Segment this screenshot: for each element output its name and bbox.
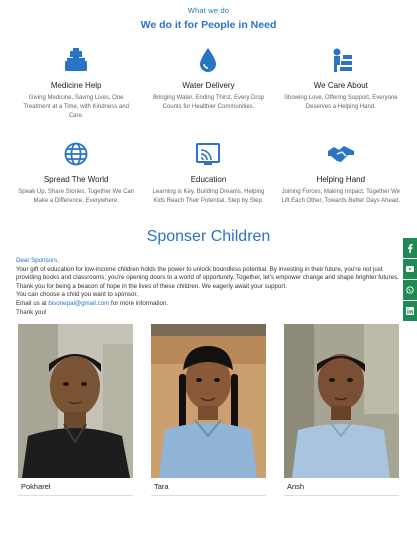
service-desc: Learning is Key, Building Dreams, Helpin… <box>152 189 265 204</box>
child-photo[interactable] <box>284 324 399 479</box>
service-we-care-about: We Care About Showing Love, Offering Sup… <box>275 45 407 121</box>
child-photo[interactable] <box>151 324 266 479</box>
service-desc: Joining Forces, Making Impact, Together … <box>281 189 401 204</box>
sponsor-letter: Dear Sponsors, Your gift of education fo… <box>0 257 417 317</box>
service-water-delivery: Water Delivery Bringing Water, Ending Th… <box>142 45 274 121</box>
child-name: Pokharel <box>18 478 133 497</box>
email-link[interactable]: bisonepal@gmail.com <box>48 300 109 307</box>
care-hands-icon <box>281 45 401 75</box>
sponsor-title: Sponser Children <box>146 228 271 245</box>
social-sidebar <box>403 238 417 322</box>
child-card[interactable]: Pokharel <box>18 324 133 497</box>
letter-thanks: Thank you! <box>16 308 47 316</box>
services-grid: Medicine Help Giving Medicine, Saving Li… <box>0 45 417 206</box>
what-we-do-header: What we do We do it for People in Need <box>0 0 417 31</box>
service-desc: Bringing Water, Ending Thirst, Every Dro… <box>152 95 265 110</box>
handshake-icon <box>281 139 401 169</box>
section-eyebrow: What we do <box>187 6 230 15</box>
service-title: Helping Hand <box>316 175 366 184</box>
letter-email-line: Email us at bisonepal@gmail.com for more… <box>16 300 401 309</box>
service-spread-the-world: Spread The World Speak Up, Share Stories… <box>10 139 142 206</box>
medicine-kit-icon <box>16 45 136 75</box>
email-prefix: Email us at <box>16 299 47 307</box>
service-desc: Speak Up, Share Stories, Together We Can… <box>18 189 135 204</box>
child-card[interactable]: Tara <box>151 324 266 497</box>
linkedin-icon[interactable] <box>403 301 417 321</box>
service-title: Education <box>190 175 227 184</box>
section-title: We do it for People in Need <box>140 19 277 31</box>
letter-choose-line: You can choose a child you want to spons… <box>16 291 138 299</box>
children-gallery: Pokharel Tara Ansh <box>0 324 417 497</box>
service-medicine-help: Medicine Help Giving Medicine, Saving Li… <box>10 45 142 121</box>
service-title: Water Delivery <box>182 81 235 90</box>
child-name: Ansh <box>284 478 399 497</box>
email-suffix: for more information. <box>111 299 169 307</box>
water-drop-icon <box>148 45 268 75</box>
education-screen-icon <box>148 139 268 169</box>
service-desc: Showing Love, Offering Support, Everyone… <box>284 95 398 110</box>
service-title: Spread The World <box>43 175 109 184</box>
child-photo[interactable] <box>18 324 133 479</box>
youtube-icon[interactable] <box>403 259 417 279</box>
service-education: Education Learning is Key, Building Drea… <box>142 139 274 206</box>
child-name: Tara <box>151 478 266 497</box>
child-card[interactable]: Ansh <box>284 324 399 497</box>
letter-paragraph: Your gift of education for low-income ch… <box>16 265 399 290</box>
service-title: Medicine Help <box>50 81 102 90</box>
whatsapp-icon[interactable] <box>403 280 417 300</box>
service-helping-hand: Helping Hand Joining Forces, Making Impa… <box>275 139 407 206</box>
globe-icon <box>16 139 136 169</box>
letter-greeting: Dear Sponsors, <box>16 257 59 264</box>
service-title: We Care About <box>313 81 368 90</box>
facebook-icon[interactable] <box>403 238 417 258</box>
service-desc: Giving Medicine, Saving Lives, One Treat… <box>23 95 129 119</box>
